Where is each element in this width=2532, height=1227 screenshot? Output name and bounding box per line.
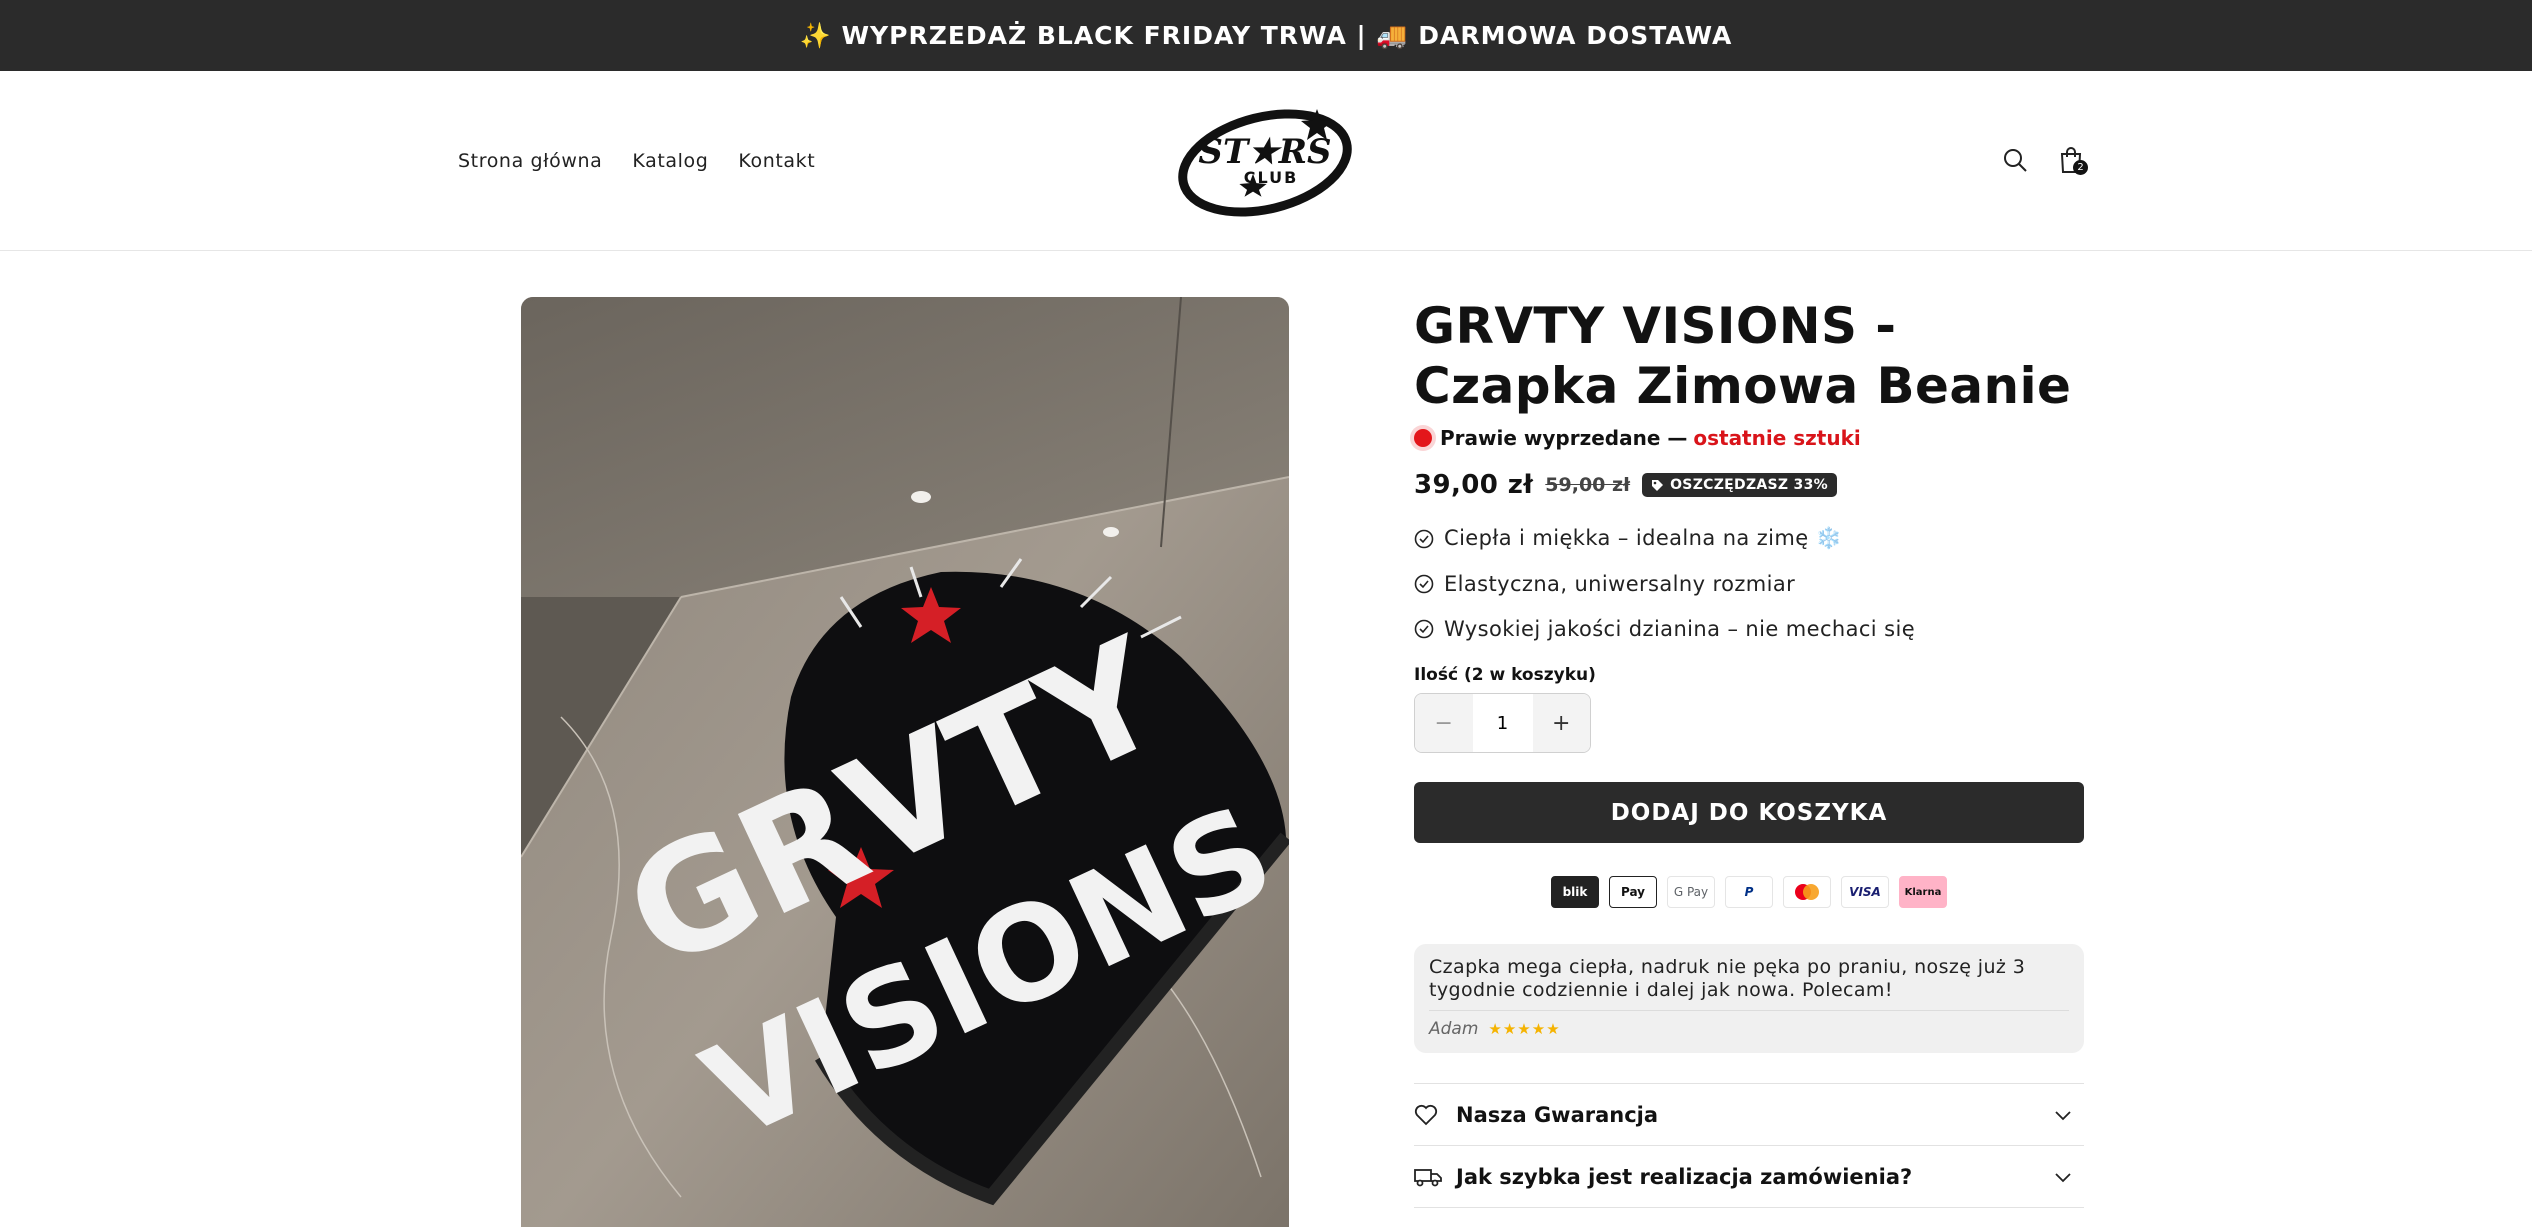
google-pay-icon: G Pay (1667, 876, 1715, 908)
payment-methods: blik Pay G Pay P VISA Klarna (1414, 876, 2084, 908)
apple-pay-icon: Pay (1609, 876, 1657, 908)
savings-text: OSZCZĘDZASZ 33% (1670, 477, 1828, 493)
quantity-increase-button[interactable]: + (1532, 694, 1590, 752)
review-author: Adam (1429, 1019, 1479, 1039)
stock-highlight: ostatnie sztuki (1693, 426, 1861, 450)
accordion-shipping[interactable]: Jak szybka jest realizacja zamówienia? (1414, 1146, 2084, 1208)
search-button[interactable] (1995, 140, 2035, 180)
cart-count-badge: 2 (2073, 160, 2088, 175)
accordion-label: Jak szybka jest realizacja zamówienia? (1456, 1164, 1913, 1189)
stock-dot-icon (1414, 429, 1432, 447)
quantity-input[interactable] (1472, 694, 1533, 752)
nav-link-home[interactable]: Strona główna (458, 150, 602, 172)
feature-list: Ciepła i miękka – idealna na zimę ❄️ Ela… (1414, 516, 2084, 651)
product-title: GRVTY VISIONS - Czapka Zimowa Beanie (1414, 297, 2072, 415)
chevron-down-icon (2055, 1172, 2071, 1182)
sale-price: 39,00 zł (1414, 470, 1534, 500)
product-accordion: Nasza Gwarancja Jak szybka jest realizac… (1414, 1083, 2084, 1208)
search-icon (2004, 149, 2027, 172)
paypal-icon: P (1725, 876, 1773, 908)
review-text: Czapka mega ciepła, nadruk nie pęka po p… (1429, 956, 2026, 1001)
stock-status: Prawie wyprzedane — ostatnie sztuki (1414, 426, 2084, 450)
review-meta: Adam ★★★★★ (1429, 1010, 2069, 1039)
stars-club-logo[interactable]: ST★RS CLUB (1175, 101, 1355, 223)
logo-text-top: ST★RS (1198, 132, 1331, 172)
stock-text: Prawie wyprzedane — (1440, 426, 1688, 450)
accordion-guarantee[interactable]: Nasza Gwarancja (1414, 1084, 2084, 1146)
product-image[interactable]: GRVTY VISIONS (521, 297, 1289, 1227)
nav-link-contact[interactable]: Kontakt (738, 150, 815, 172)
quantity-decrease-button[interactable]: − (1415, 694, 1473, 752)
check-circle-icon (1414, 574, 1434, 593)
truck-icon (1414, 1168, 1442, 1186)
mastercard-icon (1783, 876, 1831, 908)
blik-icon: blik (1551, 876, 1599, 908)
savings-badge: OSZCZĘDZASZ 33% (1642, 473, 1837, 497)
product-info: GRVTY VISIONS - Czapka Zimowa Beanie Pra… (1414, 296, 2084, 1208)
review-stars: ★★★★★ (1488, 1020, 1561, 1038)
visa-icon: VISA (1841, 876, 1889, 908)
feature-text: Ciepła i miękka – idealna na zimę ❄️ (1444, 526, 1843, 550)
heart-icon (1414, 1104, 1438, 1125)
feature-text: Elastyczna, uniwersalny rozmiar (1444, 571, 1796, 596)
feature-item: Ciepła i miękka – idealna na zimę ❄️ (1414, 516, 2084, 561)
quantity-label: Ilość (2 w koszyku) (1414, 665, 1596, 685)
check-circle-icon (1414, 529, 1434, 548)
main-nav: Strona główna Katalog Kontakt (458, 71, 815, 251)
klarna-icon: Klarna (1899, 876, 1947, 908)
feature-text: Wysokiej jakości dzianina – nie mechaci … (1444, 616, 1916, 641)
feature-item: Elastyczna, uniwersalny rozmiar (1414, 561, 2084, 606)
customer-review: Czapka mega ciepła, nadruk nie pęka po p… (1414, 944, 2084, 1053)
logo-text-bottom: CLUB (1244, 168, 1299, 187)
site-header: Strona główna Katalog Kontakt ST★RS CLUB… (0, 71, 2532, 251)
accordion-label: Nasza Gwarancja (1456, 1102, 1659, 1127)
beanie-photo: GRVTY VISIONS (521, 297, 1289, 1227)
quantity-stepper: − + (1414, 693, 1591, 753)
compare-price: 59,00 zł (1545, 474, 1631, 496)
apple-pay-label: Pay (1620, 885, 1646, 899)
cart-button[interactable]: 2 (2051, 140, 2091, 180)
announcement-text: ✨ WYPRZEDAŻ BLACK FRIDAY TRWA | 🚚 DARMOW… (799, 20, 1733, 50)
chevron-down-icon (2055, 1110, 2071, 1120)
announcement-bar: ✨ WYPRZEDAŻ BLACK FRIDAY TRWA | 🚚 DARMOW… (0, 0, 2532, 71)
check-circle-icon (1414, 619, 1434, 638)
add-to-cart-button[interactable]: DODAJ DO KOSZYKA (1414, 782, 2084, 843)
tag-icon (1652, 479, 1664, 491)
nav-link-catalog[interactable]: Katalog (632, 150, 708, 172)
feature-item: Wysokiej jakości dzianina – nie mechaci … (1414, 606, 2084, 651)
price-row: 39,00 zł 59,00 zł OSZCZĘDZASZ 33% (1414, 470, 2084, 500)
